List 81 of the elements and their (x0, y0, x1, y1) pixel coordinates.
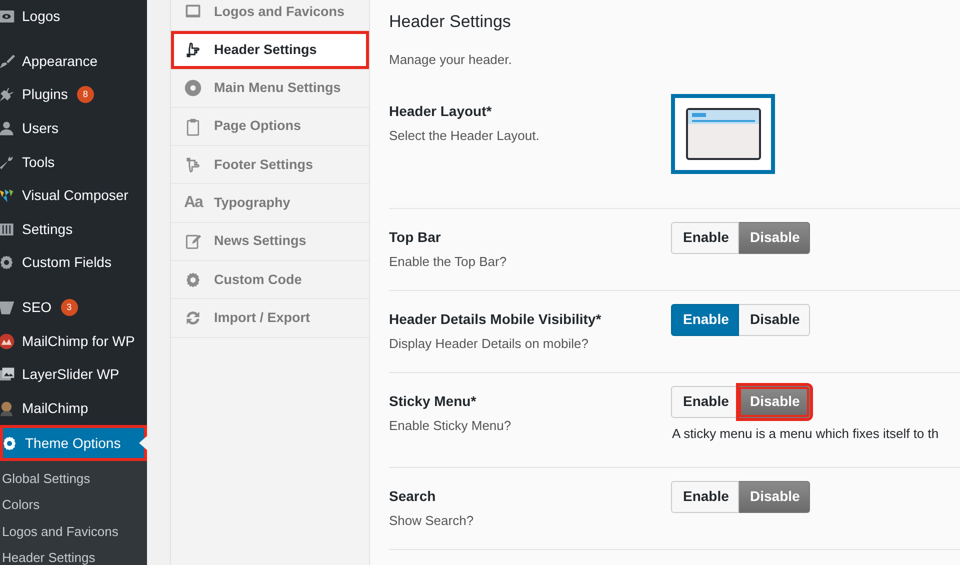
tab-label: News Settings (214, 232, 306, 250)
menu-item[interactable]: Users (0, 112, 147, 146)
avatar-icon (0, 400, 15, 417)
menu-label: Visual Composer (22, 186, 128, 206)
menu-label: LayerSlider WP (22, 365, 120, 384)
help-text: A sticky menu is a menu which fixes itself to th (672, 424, 939, 443)
menu-label: MailChimp (22, 398, 88, 418)
pointer-icon (139, 436, 147, 450)
settings-tab[interactable]: Page Options (171, 108, 369, 146)
panel-title: Header Settings (389, 12, 512, 32)
panel-description: Manage your header. (389, 51, 513, 70)
menu-item[interactable]: Settings (0, 212, 147, 246)
toggle-option[interactable]: Enable (671, 222, 739, 254)
setting-title: Top Bar (389, 228, 442, 247)
menu-label: Appearance (22, 52, 98, 71)
toggle-option[interactable]: Enable (671, 386, 739, 418)
settings-tab[interactable]: Footer Settings (171, 146, 369, 184)
submenu-item[interactable]: Logos and Favicons (0, 518, 147, 545)
toggle-option[interactable]: Disable (739, 222, 810, 254)
cube-icon (0, 187, 15, 204)
menu-label: Custom Fields (22, 253, 112, 272)
tab-label: Logos and Favicons (214, 2, 345, 21)
menu-item[interactable]: MailChimp (0, 392, 147, 426)
menu-item[interactable]: Plugins 8 (0, 78, 147, 112)
tab-label: Main Menu Settings (214, 79, 341, 98)
tab-label: Header Settings (214, 40, 317, 59)
menu-label: Logos (22, 7, 60, 26)
submenu-item[interactable]: Global Settings (0, 465, 147, 492)
menu-item[interactable]: Appearance (0, 44, 147, 78)
settings-tab[interactable]: Aa Typography (171, 184, 369, 223)
menu-label: SEO (22, 298, 52, 318)
tab-label: Typography (214, 194, 290, 212)
font-icon: Aa (184, 191, 202, 216)
menu-label: Tools (22, 152, 55, 172)
settings-tab[interactable]: Import / Export (171, 299, 369, 338)
toggle-option[interactable]: Disable (739, 304, 810, 336)
menu-item[interactable]: MailChimp for WP (0, 324, 147, 358)
setting-title: Search (389, 486, 437, 506)
menu-item[interactable]: Custom Fields (0, 246, 147, 280)
plug-icon (0, 86, 15, 104)
toggle-option[interactable]: Enable (671, 480, 739, 513)
count-badge: 8 (76, 86, 94, 104)
menu-item[interactable]: Theme Options (0, 425, 147, 462)
menu-item[interactable]: Logos (0, 0, 147, 34)
setting-description: Display Header Details on mobile? (389, 334, 590, 353)
menu-label: Users (22, 119, 59, 138)
clipboard-icon (184, 118, 202, 136)
menu-label: Theme Options (25, 434, 121, 453)
submenu-item[interactable]: Colors (0, 492, 147, 518)
menu-label: MailChimp for WP (22, 332, 135, 351)
layout-option[interactable] (671, 94, 775, 174)
setting-title: Sticky Menu* (389, 392, 478, 411)
menu-item[interactable]: Tools (0, 145, 147, 179)
settings-tab[interactable]: Custom Code (171, 261, 369, 300)
tab-label: Import / Export (214, 308, 310, 327)
setting-description: Show Search? (389, 512, 475, 530)
menu-label: Settings (22, 220, 73, 239)
setting-description: Enable Sticky Menu? (389, 416, 512, 435)
setting-description: Enable the Top Bar? (389, 252, 508, 271)
tab-label: Footer Settings (214, 156, 314, 174)
menu-item[interactable]: SEO 3 (0, 290, 147, 324)
tab-label: Custom Code (214, 270, 302, 289)
brush-icon (0, 52, 15, 70)
settings-tab[interactable]: Main Menu Settings (171, 70, 369, 108)
menu-item[interactable]: LayerSlider WP (0, 358, 147, 392)
settings-tab[interactable]: News Settings (171, 222, 369, 262)
user-icon (0, 120, 15, 138)
menu-label: Plugins (22, 85, 68, 104)
count-badge: 3 (60, 299, 78, 316)
toggle-option[interactable]: Enable (671, 304, 739, 336)
tab-label: Page Options (214, 117, 302, 136)
setting-title: Header Details Mobile Visibility* (389, 310, 602, 329)
refresh-icon (184, 309, 202, 328)
toggle-option[interactable]: Disable (739, 386, 810, 418)
submenu-item[interactable]: Header Settings (0, 544, 147, 565)
toggle-option[interactable]: Disable (739, 480, 810, 513)
edit-icon (184, 232, 202, 250)
setting-description: Select the Header Layout. (389, 126, 540, 145)
setting-title: Header Layout* (389, 102, 493, 121)
settings-tab[interactable]: Header Settings (171, 31, 369, 70)
menu-item[interactable]: Visual Composer (0, 178, 147, 213)
